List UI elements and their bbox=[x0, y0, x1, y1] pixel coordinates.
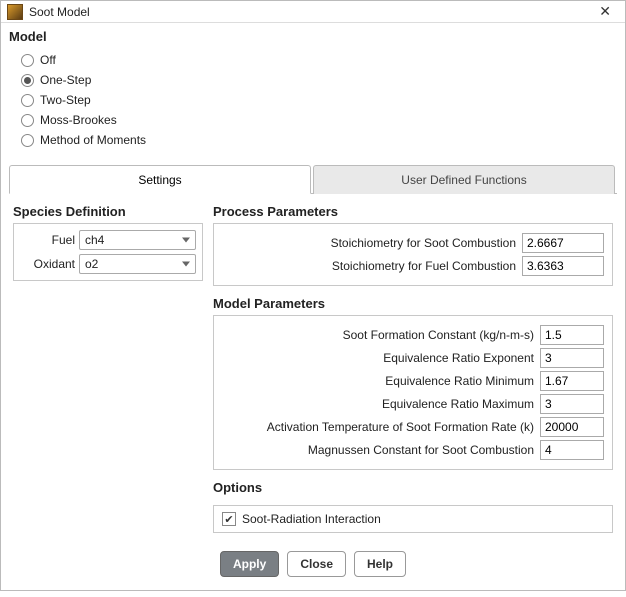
radio-icon-selected bbox=[21, 74, 34, 87]
right-panel: Process Parameters Stoichiometry for Soo… bbox=[213, 204, 613, 533]
tab-strip: Settings User Defined Functions bbox=[9, 164, 617, 194]
radio-icon bbox=[21, 54, 34, 67]
radio-label: Moss-Brookes bbox=[40, 113, 117, 127]
oxidant-dropdown[interactable]: o2 bbox=[79, 254, 196, 274]
radio-method-of-moments[interactable]: Method of Moments bbox=[21, 130, 617, 150]
radio-one-step[interactable]: One-Step bbox=[21, 70, 617, 90]
apply-button[interactable]: Apply bbox=[220, 551, 279, 577]
model-radio-group: Off One-Step Two-Step Moss-Brookes Metho… bbox=[9, 48, 617, 156]
soot-radiation-label: Soot-Radiation Interaction bbox=[242, 512, 381, 526]
close-icon[interactable]: ✕ bbox=[593, 1, 617, 22]
ermax-input[interactable] bbox=[540, 394, 604, 414]
radio-label: Off bbox=[40, 53, 56, 67]
radio-label: One-Step bbox=[40, 73, 91, 87]
species-heading: Species Definition bbox=[13, 204, 203, 219]
radio-off[interactable]: Off bbox=[21, 50, 617, 70]
fuel-stoich-input[interactable] bbox=[522, 256, 604, 276]
fuel-stoich-label: Stoichiometry for Fuel Combustion bbox=[222, 259, 516, 273]
close-button[interactable]: Close bbox=[287, 551, 346, 577]
button-bar: Apply Close Help bbox=[9, 541, 617, 591]
oxidant-value: o2 bbox=[85, 257, 98, 271]
fuel-dropdown[interactable]: ch4 bbox=[79, 230, 196, 250]
tab-page-settings: Species Definition Fuel ch4 Oxidant o2 P… bbox=[9, 194, 617, 541]
sfc-input[interactable] bbox=[540, 325, 604, 345]
radio-label: Method of Moments bbox=[40, 133, 146, 147]
ermin-label: Equivalence Ratio Minimum bbox=[222, 374, 534, 388]
soot-stoich-label: Stoichiometry for Soot Combustion bbox=[222, 236, 516, 250]
magnussen-input[interactable] bbox=[540, 440, 604, 460]
tab-user-defined-functions[interactable]: User Defined Functions bbox=[313, 165, 615, 194]
soot-radiation-row[interactable]: ✔ Soot-Radiation Interaction bbox=[222, 512, 604, 526]
ermax-label: Equivalence Ratio Maximum bbox=[222, 397, 534, 411]
radio-label: Two-Step bbox=[40, 93, 91, 107]
soot-stoich-input[interactable] bbox=[522, 233, 604, 253]
radio-moss-brookes[interactable]: Moss-Brookes bbox=[21, 110, 617, 130]
oxidant-label: Oxidant bbox=[20, 257, 75, 271]
process-box: Stoichiometry for Soot Combustion Stoich… bbox=[213, 223, 613, 286]
checkbox-icon: ✔ bbox=[222, 512, 236, 526]
tab-settings[interactable]: Settings bbox=[9, 165, 311, 194]
help-button[interactable]: Help bbox=[354, 551, 406, 577]
app-icon bbox=[7, 4, 23, 20]
title-bar: Soot Model ✕ bbox=[1, 1, 625, 23]
ere-label: Equivalence Ratio Exponent bbox=[222, 351, 534, 365]
species-box: Fuel ch4 Oxidant o2 bbox=[13, 223, 203, 281]
ere-input[interactable] bbox=[540, 348, 604, 368]
sfc-label: Soot Formation Constant (kg/n-m-s) bbox=[222, 328, 534, 342]
model-params-box: Soot Formation Constant (kg/n-m-s) Equiv… bbox=[213, 315, 613, 470]
radio-two-step[interactable]: Two-Step bbox=[21, 90, 617, 110]
dialog-content: Model Off One-Step Two-Step Moss-Brookes… bbox=[1, 23, 625, 597]
window-title: Soot Model bbox=[29, 5, 593, 19]
species-panel: Species Definition Fuel ch4 Oxidant o2 bbox=[13, 204, 203, 533]
options-box: ✔ Soot-Radiation Interaction bbox=[213, 505, 613, 533]
process-heading: Process Parameters bbox=[213, 204, 613, 219]
radio-icon bbox=[21, 114, 34, 127]
atemp-input[interactable] bbox=[540, 417, 604, 437]
options-heading: Options bbox=[213, 480, 613, 495]
radio-icon bbox=[21, 94, 34, 107]
radio-icon bbox=[21, 134, 34, 147]
atemp-label: Activation Temperature of Soot Formation… bbox=[222, 420, 534, 434]
magnussen-label: Magnussen Constant for Soot Combustion bbox=[222, 443, 534, 457]
model-params-heading: Model Parameters bbox=[213, 296, 613, 311]
ermin-input[interactable] bbox=[540, 371, 604, 391]
model-heading: Model bbox=[9, 29, 617, 44]
fuel-label: Fuel bbox=[20, 233, 75, 247]
fuel-value: ch4 bbox=[85, 233, 104, 247]
